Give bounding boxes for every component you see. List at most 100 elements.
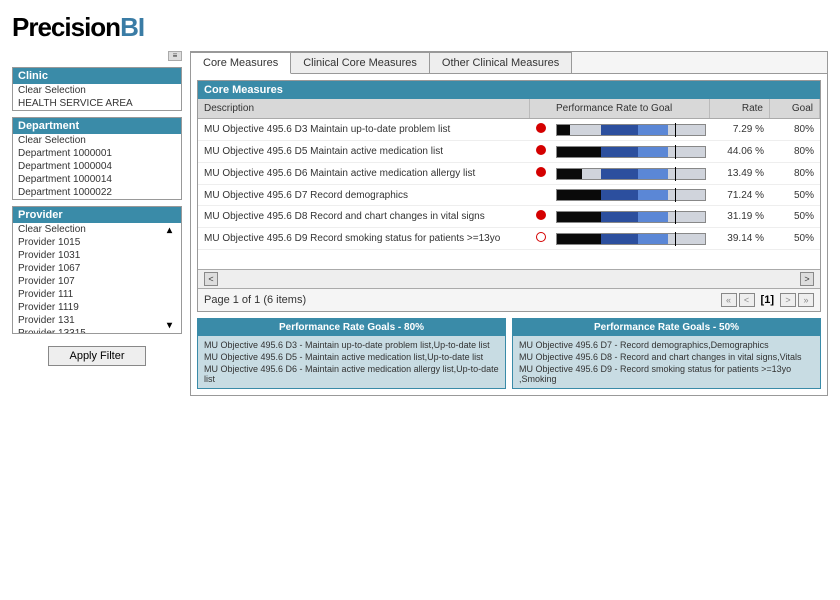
clinic-clear[interactable]: Clear Selection bbox=[13, 84, 181, 97]
cell-goal: 50% bbox=[770, 231, 820, 246]
dept-clear[interactable]: Clear Selection bbox=[13, 134, 181, 147]
cell-rate: 7.29 % bbox=[710, 122, 770, 137]
pager-current: [1] bbox=[757, 294, 778, 306]
prov-item[interactable]: Provider 1119 bbox=[13, 301, 181, 314]
goal-item: MU Objective 495.6 D9 - Record smoking s… bbox=[519, 363, 814, 385]
department-header: Department bbox=[13, 118, 181, 134]
goals-80-box: Performance Rate Goals - 80% MU Objectiv… bbox=[197, 318, 506, 389]
cell-perf-bar bbox=[550, 209, 710, 225]
col-goal[interactable]: Goal bbox=[770, 99, 820, 118]
cell-description: MU Objective 495.6 D3 Maintain up-to-dat… bbox=[198, 122, 530, 137]
cell-rate: 39.14 % bbox=[710, 231, 770, 246]
dept-item[interactable]: Department 1000014 bbox=[13, 173, 181, 186]
cell-description: MU Objective 495.6 D9 Record smoking sta… bbox=[198, 231, 530, 246]
department-list[interactable]: Clear Selection Department 1000001 Depar… bbox=[13, 134, 181, 199]
tab-clinical-core[interactable]: Clinical Core Measures bbox=[291, 52, 430, 73]
cell-indicator bbox=[530, 121, 550, 138]
goal-item: MU Objective 495.6 D6 - Maintain active … bbox=[204, 363, 499, 385]
col-performance[interactable]: Performance Rate to Goal bbox=[550, 99, 710, 118]
prov-item[interactable]: Provider 131 bbox=[13, 314, 181, 327]
prov-item[interactable]: Provider 107 bbox=[13, 275, 181, 288]
logo-suffix: BI bbox=[120, 12, 144, 42]
cell-description: MU Objective 495.6 D6 Maintain active me… bbox=[198, 166, 530, 181]
hscroll-right-icon[interactable]: > bbox=[800, 272, 814, 286]
provider-header: Provider bbox=[13, 207, 181, 223]
cell-perf-bar bbox=[550, 144, 710, 160]
prov-item[interactable]: Provider 1015 bbox=[13, 236, 181, 249]
clinic-header: Clinic bbox=[13, 68, 181, 84]
grid-header-row: Description Performance Rate to Goal Rat… bbox=[198, 99, 820, 119]
pager-first-icon[interactable]: « bbox=[721, 293, 737, 307]
cell-description: MU Objective 495.6 D7 Record demographic… bbox=[198, 188, 530, 203]
status-circle-icon bbox=[536, 145, 546, 155]
prov-item[interactable]: Provider 111 bbox=[13, 288, 181, 301]
goal-item: MU Objective 495.6 D7 - Record demograph… bbox=[519, 339, 814, 351]
dept-item[interactable]: Department 1000022 bbox=[13, 186, 181, 199]
table-row[interactable]: MU Objective 495.6 D3 Maintain up-to-dat… bbox=[198, 119, 820, 141]
clinic-panel: Clinic Clear Selection HEALTH SERVICE AR… bbox=[12, 67, 182, 111]
goal-item: MU Objective 495.6 D5 - Maintain active … bbox=[204, 351, 499, 363]
table-row[interactable]: MU Objective 495.6 D7 Record demographic… bbox=[198, 185, 820, 206]
cell-perf-bar bbox=[550, 122, 710, 138]
goals-50-title: Performance Rate Goals - 50% bbox=[513, 319, 820, 336]
cell-rate: 31.19 % bbox=[710, 209, 770, 224]
main-panel: Core Measures Clinical Core Measures Oth… bbox=[190, 51, 828, 396]
table-row[interactable]: MU Objective 495.6 D9 Record smoking sta… bbox=[198, 228, 820, 250]
cell-perf-bar bbox=[550, 187, 710, 203]
goals-50-box: Performance Rate Goals - 50% MU Objectiv… bbox=[512, 318, 821, 389]
cell-goal: 50% bbox=[770, 209, 820, 224]
goals-row: Performance Rate Goals - 80% MU Objectiv… bbox=[197, 318, 821, 389]
grid-hscroll: < > bbox=[198, 269, 820, 288]
clinic-list[interactable]: Clear Selection HEALTH SERVICE AREA bbox=[13, 84, 181, 110]
cell-description: MU Objective 495.6 D8 Record and chart c… bbox=[198, 209, 530, 224]
prov-item[interactable]: Provider 13315 bbox=[13, 327, 181, 333]
goals-80-title: Performance Rate Goals - 80% bbox=[198, 319, 505, 336]
clinic-item[interactable]: HEALTH SERVICE AREA bbox=[13, 97, 181, 110]
logo-prefix: Precision bbox=[12, 12, 120, 42]
cell-indicator bbox=[530, 193, 550, 197]
status-circle-icon bbox=[536, 232, 546, 242]
scroll-down-icon[interactable]: ▾ bbox=[167, 320, 179, 331]
prov-clear[interactable]: Clear Selection bbox=[13, 223, 181, 236]
provider-panel: Provider Clear Selection Provider 1015 P… bbox=[12, 206, 182, 334]
dept-item[interactable]: Department 1000001 bbox=[13, 147, 181, 160]
grid-title: Core Measures bbox=[198, 81, 820, 99]
pager-last-icon[interactable]: » bbox=[798, 293, 814, 307]
col-description[interactable]: Description bbox=[198, 99, 530, 118]
provider-list[interactable]: Clear Selection Provider 1015 Provider 1… bbox=[13, 223, 181, 333]
cell-indicator bbox=[530, 143, 550, 160]
cell-indicator bbox=[530, 165, 550, 182]
cell-goal: 80% bbox=[770, 144, 820, 159]
department-panel: Department Clear Selection Department 10… bbox=[12, 117, 182, 200]
hscroll-left-icon[interactable]: < bbox=[204, 272, 218, 286]
tab-core-measures[interactable]: Core Measures bbox=[191, 52, 291, 74]
table-row[interactable]: MU Objective 495.6 D5 Maintain active me… bbox=[198, 141, 820, 163]
apply-filter-button[interactable]: Apply Filter bbox=[48, 346, 145, 366]
pager-status: Page 1 of 1 (6 items) bbox=[204, 294, 306, 306]
tab-other-clinical[interactable]: Other Clinical Measures bbox=[430, 52, 572, 73]
col-rate[interactable]: Rate bbox=[710, 99, 770, 118]
pager-next-icon[interactable]: > bbox=[780, 293, 796, 307]
cell-goal: 80% bbox=[770, 166, 820, 181]
grid-body: MU Objective 495.6 D3 Maintain up-to-dat… bbox=[198, 119, 820, 269]
col-indicator bbox=[530, 99, 550, 118]
dept-item[interactable]: Department 1000004 bbox=[13, 160, 181, 173]
goal-item: MU Objective 495.6 D3 - Maintain up-to-d… bbox=[204, 339, 499, 351]
prov-item[interactable]: Provider 1067 bbox=[13, 262, 181, 275]
sidebar-collapse-icon[interactable]: ≡ bbox=[168, 51, 182, 61]
table-row[interactable]: MU Objective 495.6 D6 Maintain active me… bbox=[198, 163, 820, 185]
prov-item[interactable]: Provider 1031 bbox=[13, 249, 181, 262]
tab-strip: Core Measures Clinical Core Measures Oth… bbox=[191, 52, 827, 74]
table-row[interactable]: MU Objective 495.6 D8 Record and chart c… bbox=[198, 206, 820, 228]
goal-item: MU Objective 495.6 D8 - Record and chart… bbox=[519, 351, 814, 363]
cell-indicator bbox=[530, 230, 550, 247]
pager-prev-icon[interactable]: < bbox=[739, 293, 755, 307]
cell-rate: 44.06 % bbox=[710, 144, 770, 159]
scroll-up-icon[interactable]: ▴ bbox=[167, 225, 179, 236]
status-circle-icon bbox=[536, 167, 546, 177]
cell-indicator bbox=[530, 208, 550, 225]
cell-goal: 80% bbox=[770, 122, 820, 137]
core-measures-grid: Core Measures Description Performance Ra… bbox=[197, 80, 821, 312]
cell-rate: 13.49 % bbox=[710, 166, 770, 181]
cell-rate: 71.24 % bbox=[710, 188, 770, 203]
